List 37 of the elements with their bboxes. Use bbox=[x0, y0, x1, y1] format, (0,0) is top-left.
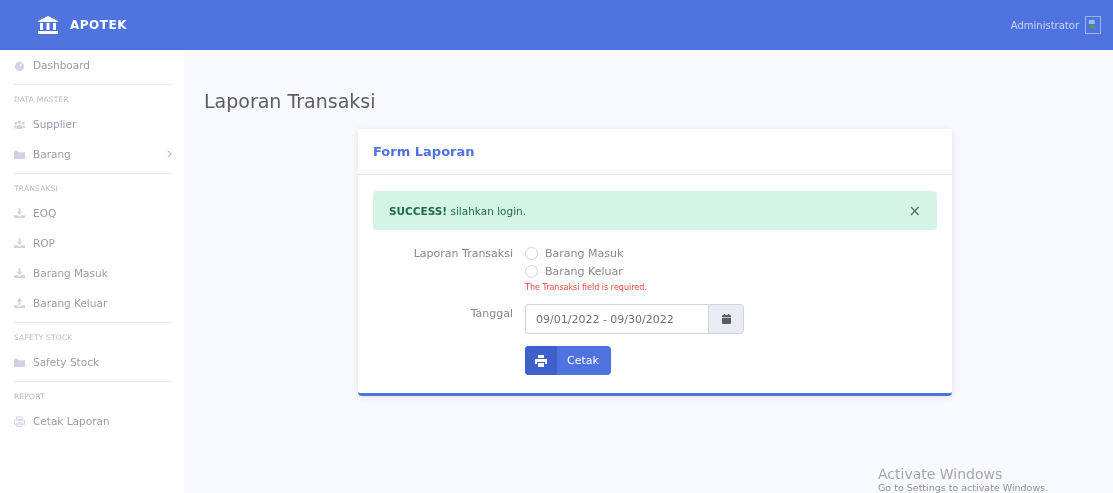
sidebar-item[interactable]: Cetak Laporan bbox=[14, 406, 172, 436]
download-icon bbox=[14, 267, 25, 279]
radio-option[interactable]: Barang Masuk bbox=[525, 244, 624, 262]
error-message: The Transaksi field is required. bbox=[525, 283, 647, 292]
folder-icon bbox=[14, 148, 25, 160]
close-button[interactable]: × bbox=[908, 201, 921, 220]
radio-option[interactable]: Barang Keluar bbox=[525, 262, 623, 280]
printer-icon bbox=[14, 415, 25, 427]
sidebar-item[interactable]: EOQ bbox=[14, 198, 172, 228]
page-title: Laporan Transaksi bbox=[204, 90, 377, 112]
brand-name[interactable]: APOTEK bbox=[70, 18, 127, 32]
printer-icon bbox=[535, 354, 547, 367]
users-icon bbox=[14, 118, 25, 130]
sidebar-item[interactable]: ROP bbox=[14, 228, 172, 258]
field-label: Laporan Transaksi bbox=[412, 246, 514, 262]
field-label: Tanggal bbox=[469, 306, 514, 322]
bank-icon bbox=[38, 16, 58, 34]
calendar-icon bbox=[721, 314, 731, 324]
sidebar-item[interactable]: Dashboard bbox=[14, 50, 172, 80]
user-name[interactable]: Administrator bbox=[1010, 19, 1079, 31]
gauge-icon bbox=[14, 59, 25, 71]
download-icon bbox=[14, 207, 25, 219]
sidebar-item[interactable]: Barang bbox=[14, 139, 172, 169]
activation-notice: Go to Settings to activate Windows. bbox=[878, 482, 1050, 493]
download-icon bbox=[14, 237, 25, 249]
alert-message: SUCCESS! silahkan login. bbox=[389, 204, 527, 217]
calendar-button[interactable] bbox=[708, 304, 744, 334]
date-range-field[interactable]: 09/01/2022 - 09/30/2022 bbox=[525, 304, 708, 334]
activation-title: Activate Windows bbox=[878, 466, 1004, 482]
print-button[interactable]: Cetak bbox=[525, 346, 611, 375]
card-title: Form Laporan bbox=[373, 144, 475, 159]
sidebar-item[interactable]: Safety Stock bbox=[14, 347, 172, 377]
folder-icon bbox=[14, 356, 25, 368]
sidebar-item[interactable]: Supplier bbox=[14, 109, 172, 139]
sidebar-item[interactable]: Barang Keluar bbox=[14, 288, 172, 318]
upload-icon bbox=[14, 297, 25, 309]
sidebar-item[interactable]: Barang Masuk bbox=[14, 258, 172, 288]
